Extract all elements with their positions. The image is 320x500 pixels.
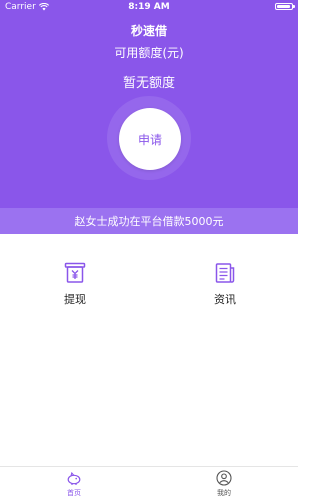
tab-mine-label: 我的 bbox=[217, 489, 231, 497]
news-label: 资讯 bbox=[214, 293, 236, 306]
withdraw-button[interactable]: 提现 bbox=[45, 262, 105, 307]
loan-notice-text: 赵女士成功在平台借款5000元 bbox=[74, 215, 224, 228]
tab-home-label: 首页 bbox=[67, 489, 81, 497]
page-title: 秒速借 bbox=[130, 24, 167, 38]
credit-value: 暂无额度 bbox=[122, 76, 175, 91]
apply-button-label: 申请 bbox=[137, 132, 162, 147]
cash-register-icon bbox=[64, 262, 86, 283]
news-button[interactable]: 资讯 bbox=[195, 262, 255, 307]
home-piggy-icon bbox=[67, 471, 81, 485]
tab-bar: 首页 我的 bbox=[0, 466, 298, 500]
user-icon bbox=[216, 470, 232, 486]
status-bar: Carrier 8:19 AM bbox=[0, 0, 298, 14]
loan-notice-banner: 赵女士成功在平台借款5000元 bbox=[0, 208, 298, 234]
tab-mine[interactable]: 我的 bbox=[194, 470, 254, 498]
status-right bbox=[275, 3, 295, 10]
header-section: Carrier 8:19 AM 秒速借 可用额度(元) 暂无额度 申请 bbox=[0, 0, 298, 208]
withdraw-label: 提现 bbox=[64, 293, 86, 306]
battery-icon bbox=[275, 3, 295, 10]
credit-label: 可用额度(元) bbox=[114, 46, 184, 60]
apply-button[interactable]: 申请 bbox=[119, 108, 181, 170]
tab-home[interactable]: 首页 bbox=[44, 470, 104, 498]
status-time: 8:19 AM bbox=[128, 2, 170, 12]
news-document-icon bbox=[215, 263, 235, 283]
